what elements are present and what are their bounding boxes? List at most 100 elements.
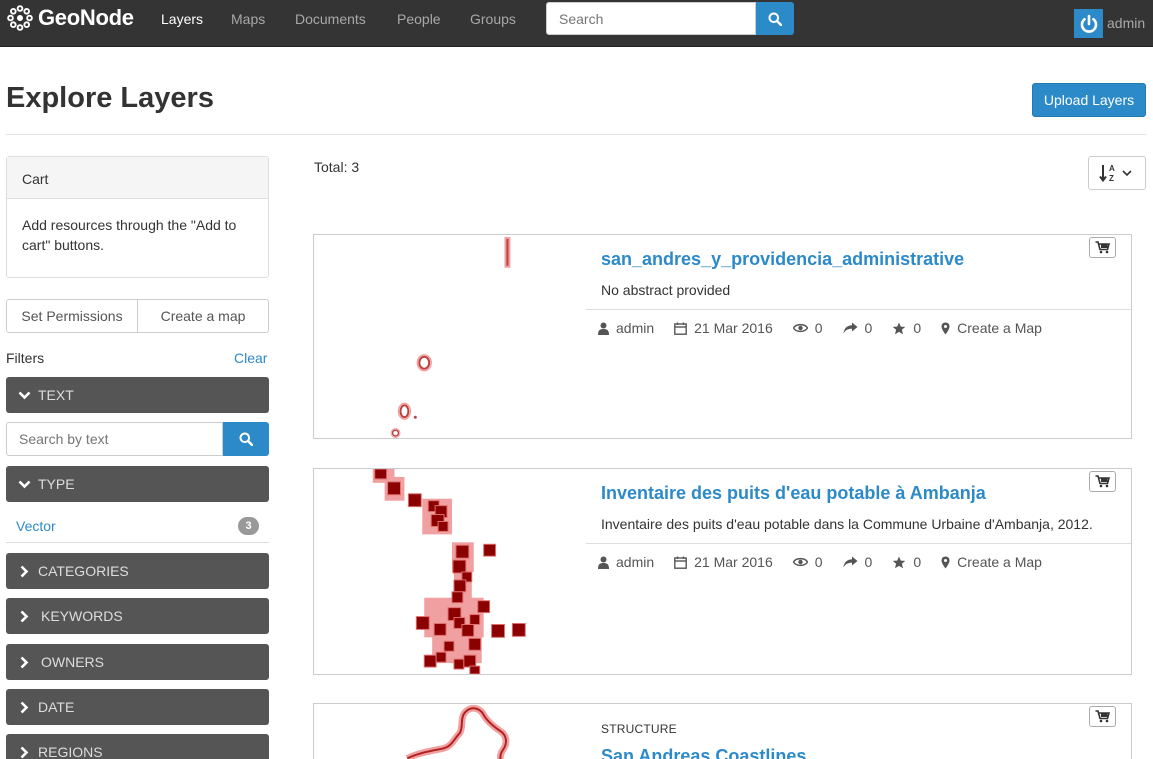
share-icon xyxy=(843,322,858,334)
navbar: GeoNode Layers Maps Documents People Gro… xyxy=(0,0,1153,47)
chevron-right-icon xyxy=(20,656,28,668)
facet-date-label: DATE xyxy=(38,699,75,715)
nav-layers[interactable]: Layers xyxy=(161,11,203,27)
meta-views: 0 xyxy=(792,320,823,336)
nav-people[interactable]: People xyxy=(397,11,441,27)
type-option-label[interactable]: Vector xyxy=(16,518,56,534)
type-option-vector[interactable]: Vector 3 xyxy=(6,512,269,543)
cart-actions: Set Permissions Create a map xyxy=(6,299,269,333)
meta-shares: 0 xyxy=(843,554,872,570)
chevron-down-icon xyxy=(18,480,30,488)
layer-meta: admin 21 Mar 2016 0 0 0 Create a Map xyxy=(598,554,1062,570)
filters-label: Filters xyxy=(6,350,45,366)
meta-shares: 0 xyxy=(843,320,873,336)
svg-text:Z: Z xyxy=(1109,174,1114,183)
chevron-right-icon xyxy=(20,701,28,713)
sort-button[interactable]: A Z xyxy=(1088,156,1146,190)
owner-name[interactable]: admin xyxy=(616,554,654,570)
add-to-cart-button[interactable] xyxy=(1089,706,1116,727)
layer-card: STRUCTURE San Andreas Coastlines xyxy=(313,703,1132,759)
facet-date[interactable]: DATE xyxy=(6,689,269,725)
map-marker-icon xyxy=(941,322,950,334)
chevron-right-icon xyxy=(20,565,28,577)
layer-thumbnail[interactable] xyxy=(314,704,586,759)
facet-type-label: TYPE xyxy=(38,476,75,492)
layer-abstract: Inventaire des puits d'eau potable dans … xyxy=(601,516,1093,532)
meta-create-map[interactable]: Create a Map xyxy=(941,554,1042,570)
meta-date: 21 Mar 2016 xyxy=(674,320,773,336)
facet-categories-label: CATEGORIES xyxy=(38,563,129,579)
meta-rating: 0 xyxy=(892,554,921,570)
cart-icon xyxy=(1095,710,1110,723)
nav-search-input[interactable] xyxy=(546,2,756,35)
user-icon xyxy=(598,322,609,335)
facet-regions-label: REGIONS xyxy=(38,744,103,759)
set-permissions-button[interactable]: Set Permissions xyxy=(6,299,138,333)
facet-categories[interactable]: CATEGORIES xyxy=(6,553,269,589)
sort-alpha-icon: A Z xyxy=(1099,164,1132,183)
add-to-cart-button[interactable] xyxy=(1089,471,1116,492)
header-divider xyxy=(6,134,1146,135)
shares-count: 0 xyxy=(864,320,873,336)
type-count-badge: 3 xyxy=(238,517,259,535)
chevron-right-icon xyxy=(20,746,28,758)
clear-filters-link[interactable]: Clear xyxy=(234,350,267,366)
layer-title[interactable]: san_andres_y_providencia_administrative xyxy=(601,249,964,270)
nav-search-button[interactable] xyxy=(756,2,794,35)
card-divider xyxy=(586,309,1131,310)
facet-keywords-label: KEYWORDS xyxy=(41,608,123,624)
calendar-icon xyxy=(674,556,688,569)
cart-icon xyxy=(1095,241,1110,254)
brand-logo[interactable]: GeoNode xyxy=(6,4,134,32)
facet-type[interactable]: TYPE xyxy=(6,466,269,502)
page-title: Explore Layers xyxy=(6,82,214,114)
layer-category[interactable]: STRUCTURE xyxy=(601,722,677,736)
rating-count: 0 xyxy=(913,554,922,570)
cart-title: Cart xyxy=(7,157,268,199)
facet-keywords[interactable]: KEYWORDS xyxy=(6,598,269,634)
facet-owners[interactable]: OWNERS xyxy=(6,644,269,680)
facet-owners-label: OWNERS xyxy=(41,654,104,670)
user-menu[interactable]: admin xyxy=(1107,15,1145,31)
owner-name[interactable]: admin xyxy=(616,320,654,336)
nav-maps[interactable]: Maps xyxy=(231,11,265,27)
date-value: 21 Mar 2016 xyxy=(694,320,773,336)
meta-owner[interactable]: admin xyxy=(598,554,654,570)
create-map-link[interactable]: Create a Map xyxy=(957,554,1042,570)
text-search-input[interactable] xyxy=(6,422,223,456)
layer-thumbnail[interactable] xyxy=(314,235,586,438)
layer-thumbnail[interactable] xyxy=(314,469,586,674)
meta-date: 21 Mar 2016 xyxy=(674,554,773,570)
share-icon xyxy=(843,556,858,568)
chevron-down-icon xyxy=(18,391,30,399)
layer-meta: admin 21 Mar 2016 0 0 0 Create a Map xyxy=(598,320,1062,336)
upload-layers-button[interactable]: Upload Layers xyxy=(1032,83,1146,117)
layer-abstract: No abstract provided xyxy=(601,282,731,298)
geonode-logo-icon xyxy=(7,5,33,31)
add-to-cart-button[interactable] xyxy=(1089,237,1116,258)
cart-icon xyxy=(1095,475,1110,488)
facet-regions[interactable]: REGIONS xyxy=(6,734,269,759)
layer-title[interactable]: Inventaire des puits d'eau potable à Amb… xyxy=(601,483,986,504)
svg-text:A: A xyxy=(1109,164,1115,173)
nav-documents[interactable]: Documents xyxy=(295,11,366,27)
cart-text: Add resources through the "Add to cart" … xyxy=(22,217,237,253)
eye-icon xyxy=(792,323,808,333)
text-search-button[interactable] xyxy=(223,422,269,456)
create-map-button[interactable]: Create a map xyxy=(138,299,269,333)
meta-create-map[interactable]: Create a Map xyxy=(941,320,1042,336)
facet-text-label: TEXT xyxy=(38,387,74,403)
create-map-link[interactable]: Create a Map xyxy=(957,320,1042,336)
user-avatar[interactable] xyxy=(1074,9,1103,38)
layer-card: san_andres_y_providencia_administrative … xyxy=(313,234,1132,439)
calendar-icon xyxy=(674,322,688,335)
layer-title[interactable]: San Andreas Coastlines xyxy=(601,746,806,759)
facet-text[interactable]: TEXT xyxy=(6,377,269,413)
meta-owner[interactable]: admin xyxy=(598,320,654,336)
layer-card: Inventaire des puits d'eau potable à Amb… xyxy=(313,468,1132,675)
nav-groups[interactable]: Groups xyxy=(470,11,516,27)
views-count: 0 xyxy=(814,320,823,336)
search-icon xyxy=(239,432,253,446)
cart-panel: Cart Add resources through the "Add to c… xyxy=(6,156,269,278)
star-icon xyxy=(893,556,906,568)
